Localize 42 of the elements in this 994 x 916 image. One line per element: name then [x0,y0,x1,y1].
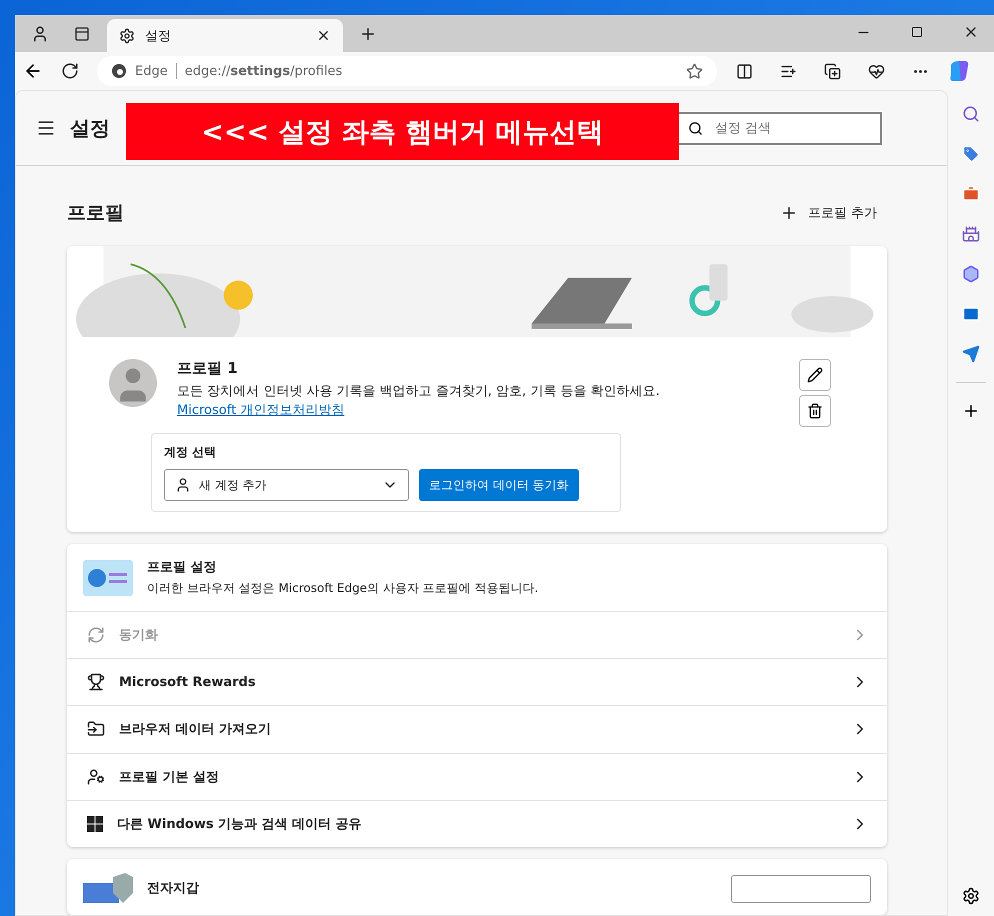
sync-button[interactable]: 로그인하여 데이터 동기화 [419,469,579,502]
section-title: 프로필 [67,201,124,226]
folder-icon [87,720,105,738]
settings-row[interactable]: 다른 Windows 기능과 검색 데이터 공유 [67,800,887,847]
account-dropdown[interactable]: 새 계정 추가 [164,469,409,502]
sync-icon [87,626,105,644]
card-subtitle: 이러한 브라우저 설정은 Microsoft Edge의 사용자 프로필에 적용됩니다. [147,580,538,598]
settings-row[interactable]: 프로필 기본 설정 [67,752,887,800]
favorite-star-icon[interactable] [686,62,703,80]
windows-logo-icon [87,816,103,832]
trophy-icon [87,673,105,692]
url-text: edge://settings/profiles [184,64,344,78]
close-icon[interactable] [316,28,331,43]
card-title: 전자지갑 [147,880,199,897]
wallet-illustration [83,872,133,903]
avatar-icon [109,359,157,408]
profile-name: 프로필 1 [177,359,239,378]
tab-title: 설정 [145,28,172,44]
account-label: 계정 선택 [164,444,218,462]
delete-button[interactable] [799,395,831,428]
settings-row[interactable]: 브라우저 데이터 가져오기 [67,705,887,752]
settings-icon [119,28,135,44]
profile-settings-illustration [83,560,133,596]
address-bar[interactable]: Edge edge://settings/profiles [97,56,717,86]
profile-description: 모든 장치에서 인터넷 사용 기록을 백업하고 즐겨찾기, 암호, 기록 등을 확인하세요. Microsoft 개인정보처리방침 [177,383,661,420]
annotation-banner: <<< 설정 좌측 햄버거 메뉴선택 [126,103,679,160]
wallet-button[interactable] [731,874,871,903]
add-profile-button[interactable]: 프로필 추가 [780,204,887,222]
search-box[interactable]: 설정 검색 [676,112,882,144]
person-icon [175,477,191,494]
settings-row[interactable]: Microsoft Rewards [67,658,887,706]
search-icon [688,120,703,136]
privacy-link[interactable]: Microsoft 개인정보처리방침 [177,403,344,418]
pencil-icon [807,367,823,384]
site-label: Edge [135,64,168,78]
page-title: 설정 [70,114,110,142]
search-field[interactable]: 설정 검색 [713,120,867,136]
trash-icon [807,403,823,420]
user-settings-icon [87,768,105,786]
card-title: 프로필 설정 [147,559,218,576]
browser-tab[interactable]: 설정 [107,19,343,52]
edit-button[interactable] [799,359,831,392]
